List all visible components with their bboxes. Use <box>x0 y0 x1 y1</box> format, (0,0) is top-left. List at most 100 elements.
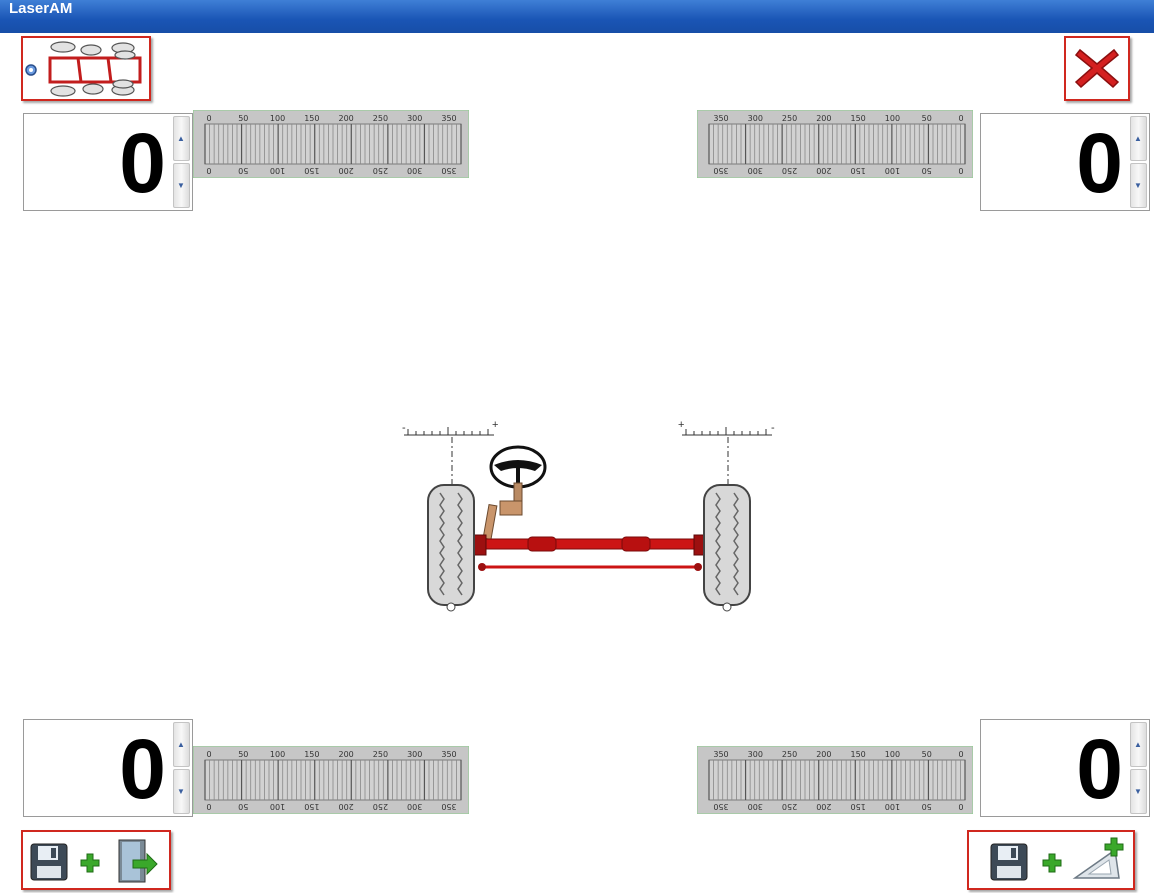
axle-bar <box>471 534 709 571</box>
floppy-disk-icon <box>30 843 68 881</box>
ruler-tick-label-flipped: 200 <box>339 802 354 811</box>
ruler-top-left[interactable]: 0 0 50 50 100 100 150 150 200 200 250 250 300 300 350 3… <box>193 110 469 178</box>
arrow-down-icon: ▼ <box>177 181 185 190</box>
triangle-ruler-icon <box>1072 837 1124 879</box>
toe-gauge-left-plus: + <box>492 419 498 431</box>
decrement-button[interactable]: ▼ <box>1130 769 1147 814</box>
ruler-tick-label: 250 <box>782 750 797 759</box>
ruler-tick-label: 0 <box>958 114 963 123</box>
ruler-tick-label-flipped: 100 <box>885 166 900 175</box>
ruler-tick-label-flipped: 150 <box>851 166 866 175</box>
readout-top-left-value: 0 <box>119 116 166 210</box>
increment-button[interactable]: ▲ <box>1130 722 1147 767</box>
ruler-tick-label-flipped: 0 <box>206 802 211 811</box>
ruler-tick-label-flipped: 0 <box>958 802 963 811</box>
floppy-disk-icon <box>990 843 1028 881</box>
ruler-tick-label: 300 <box>748 114 763 123</box>
ruler-tick-label-flipped: 150 <box>851 802 866 811</box>
ruler-tick-label: 0 <box>958 750 963 759</box>
ruler-tick-label-flipped: 300 <box>748 802 763 811</box>
close-button[interactable] <box>1064 36 1130 101</box>
arrow-up-icon: ▲ <box>177 134 185 143</box>
ruler-tick-label-flipped: 50 <box>922 166 932 175</box>
ruler-bottom-left[interactable]: 0 0 50 50 100 100 150 150 200 200 250 250 300 300 350 3… <box>193 746 469 814</box>
toe-gauge-right: + - <box>678 419 775 485</box>
close-x-icon <box>1074 48 1120 89</box>
ruler-tick-label-flipped: 100 <box>885 802 900 811</box>
ruler-tick-label-flipped: 50 <box>922 802 932 811</box>
arrow-down-icon: ▼ <box>1134 787 1142 796</box>
ruler-tick-label: 350 <box>441 750 456 759</box>
ruler-tick-label-flipped: 50 <box>238 166 248 175</box>
ruler-tick-label: 150 <box>304 750 319 759</box>
ruler-tick-label-flipped: 100 <box>270 166 285 175</box>
plus-icon <box>1042 853 1062 873</box>
window-title: LaserAM <box>9 0 73 17</box>
toe-gauge-right-minus: - <box>771 422 775 434</box>
ruler-tick-label: 350 <box>441 114 456 123</box>
ruler-tick-label: 300 <box>748 750 763 759</box>
readout-bottom-left-value: 0 <box>119 722 166 816</box>
ruler-tick-label: 50 <box>238 750 248 759</box>
decrement-button[interactable]: ▼ <box>173 163 190 208</box>
save-and-measure-button[interactable] <box>967 830 1135 890</box>
ruler-tick-label-flipped: 250 <box>373 166 388 175</box>
ruler-tick-label-flipped: 200 <box>816 166 831 175</box>
ruler-tick-label: 100 <box>270 114 285 123</box>
ruler-bottom-right[interactable]: 0 0 50 50 100 100 150 150 200 200 250 250 300 300 350 3… <box>697 746 973 814</box>
toe-gauge-left-minus: - <box>402 422 406 434</box>
ruler-tick-label-flipped: 200 <box>816 802 831 811</box>
ruler-tick-label-flipped: 200 <box>339 166 354 175</box>
readout-bottom-right[interactable]: 0 ▲ ▼ <box>980 719 1150 817</box>
plus-icon <box>80 853 100 873</box>
ruler-tick-label: 350 <box>713 750 728 759</box>
increment-button[interactable]: ▲ <box>173 722 190 767</box>
ruler-tick-label: 150 <box>851 114 866 123</box>
readout-bottom-right-value: 0 <box>1076 722 1123 816</box>
ruler-tick-label: 200 <box>816 750 831 759</box>
ruler-tick-label-flipped: 250 <box>782 166 797 175</box>
ruler-tick-label: 300 <box>407 114 422 123</box>
ruler-tick-label-flipped: 0 <box>958 166 963 175</box>
arrow-up-icon: ▲ <box>177 740 185 749</box>
title-bar: LaserAM <box>0 0 1154 33</box>
ruler-tick-label-flipped: 300 <box>407 166 422 175</box>
ruler-tick-label: 250 <box>373 750 388 759</box>
exit-door-icon <box>118 839 158 883</box>
ruler-tick-label-flipped: 150 <box>304 802 319 811</box>
readout-top-right-value: 0 <box>1076 116 1123 210</box>
ruler-tick-label-flipped: 300 <box>748 166 763 175</box>
toe-gauge-right-plus: + <box>678 419 684 431</box>
ruler-tick-label: 100 <box>885 114 900 123</box>
steering-wheel-icon <box>482 445 547 541</box>
readout-top-right[interactable]: 0 ▲ ▼ <box>980 113 1150 211</box>
ruler-tick-label: 0 <box>206 750 211 759</box>
ruler-tick-label-flipped: 250 <box>782 802 797 811</box>
increment-button[interactable]: ▲ <box>173 116 190 161</box>
save-and-exit-button[interactable] <box>21 830 171 890</box>
ruler-top-right[interactable]: 0 0 50 50 100 100 150 150 200 200 250 250 300 300 350 3… <box>697 110 973 178</box>
arrow-up-icon: ▲ <box>1134 740 1142 749</box>
ruler-tick-label-flipped: 50 <box>238 802 248 811</box>
arrow-down-icon: ▼ <box>1134 181 1142 190</box>
ruler-tick-label-flipped: 350 <box>713 166 728 175</box>
decrement-button[interactable]: ▼ <box>173 769 190 814</box>
ruler-tick-label: 150 <box>851 750 866 759</box>
readout-top-left[interactable]: 0 ▲ ▼ <box>23 113 193 211</box>
ruler-tick-label: 250 <box>373 114 388 123</box>
readout-bottom-left[interactable]: 0 ▲ ▼ <box>23 719 193 817</box>
ruler-tick-label: 0 <box>206 114 211 123</box>
ruler-tick-label-flipped: 250 <box>373 802 388 811</box>
axle-layout-button[interactable] <box>21 36 151 101</box>
ruler-tick-label: 200 <box>816 114 831 123</box>
increment-button[interactable]: ▲ <box>1130 116 1147 161</box>
ruler-tick-label-flipped: 350 <box>441 166 456 175</box>
ruler-tick-label: 50 <box>922 114 932 123</box>
tire-left-icon <box>427 484 475 612</box>
ruler-tick-label: 100 <box>270 750 285 759</box>
axle-layout-icon <box>25 41 142 97</box>
decrement-button[interactable]: ▼ <box>1130 163 1147 208</box>
ruler-tick-label: 50 <box>922 750 932 759</box>
tire-right-icon <box>703 484 751 612</box>
ruler-tick-label: 350 <box>713 114 728 123</box>
